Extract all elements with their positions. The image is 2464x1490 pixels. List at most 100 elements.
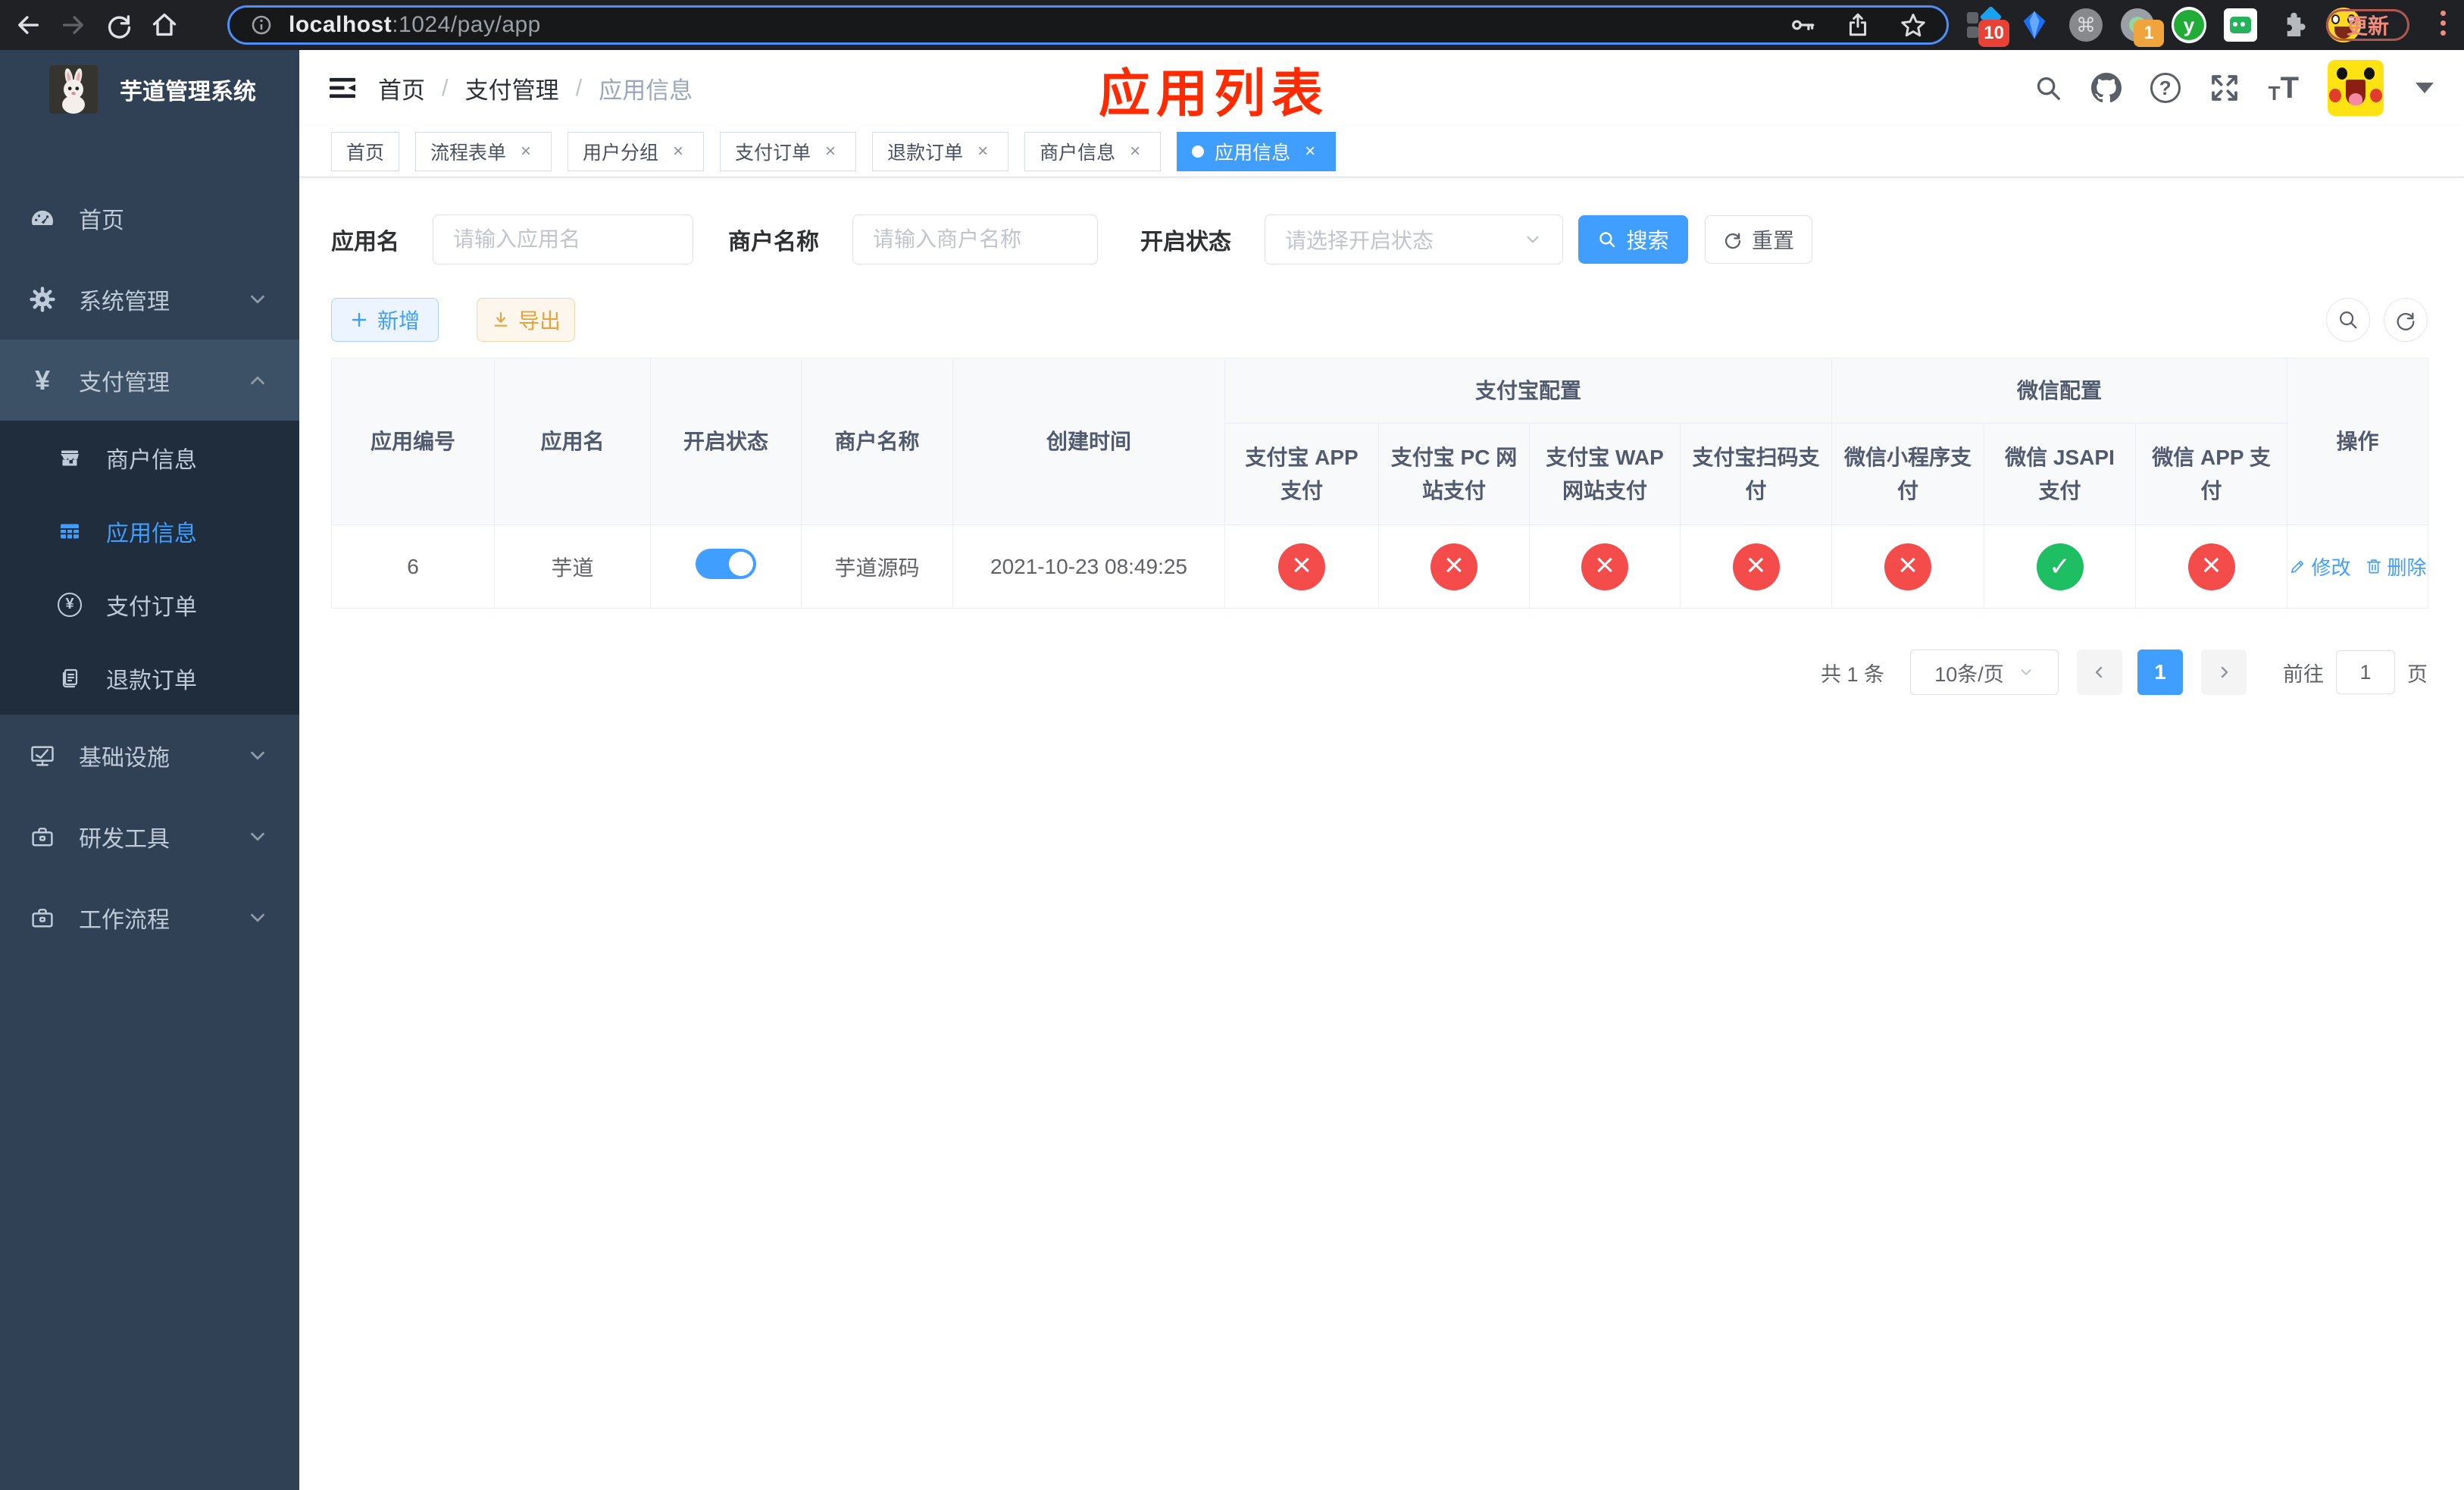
address-bar[interactable]: localhost:1024/pay/app <box>227 5 1949 45</box>
font-size-icon[interactable]: TT <box>2269 71 2299 105</box>
alipay-wap-status-icon <box>1581 543 1628 590</box>
app-name-label: 应用名 <box>331 230 399 255</box>
sidebar-item-home[interactable]: 首页 <box>0 177 299 258</box>
breadcrumb: 首页 / 支付管理 / 应用信息 <box>378 50 693 126</box>
edit-link[interactable]: 修改 <box>2289 552 2351 581</box>
extension-workspace-icon[interactable]: 10 <box>1965 5 2009 47</box>
share-icon[interactable] <box>1845 12 1871 38</box>
yen-circle-icon: ¥ <box>58 592 82 617</box>
sidebar-item-devtools[interactable]: 研发工具 <box>0 796 299 877</box>
site-info-icon[interactable] <box>249 13 274 37</box>
sidebar-item-workflow[interactable]: 工作流程 <box>0 877 299 958</box>
browser-menu-icon[interactable] <box>2441 11 2446 36</box>
tab-label: 首页 <box>346 142 385 164</box>
tab-user-group[interactable]: 用户分组 <box>568 131 705 171</box>
sidebar-item-system[interactable]: 系统管理 <box>0 258 299 340</box>
monitor-icon <box>29 742 56 769</box>
status-select[interactable]: 请选择开启状态 <box>1265 214 1563 265</box>
sidebar-item-infra[interactable]: 基础设施 <box>0 715 299 796</box>
top-navbar: 首页 / 支付管理 / 应用信息 应用列表 ? T T <box>299 50 2464 126</box>
table-row: 6 芋道 芋道源码 2021-10-23 08:49:25 修改 <box>331 524 2429 609</box>
merchant-name-input[interactable] <box>852 214 1098 265</box>
reset-button-label: 重置 <box>1751 229 1794 252</box>
sidebar-logo-row: 芋道管理系统 <box>0 50 299 129</box>
col-header-name: 应用名 <box>494 358 651 525</box>
sidebar-item-merchant[interactable]: 商户信息 <box>0 421 299 494</box>
toggle-search-button[interactable] <box>2326 298 2370 342</box>
tab-label: 商户信息 <box>1040 142 1116 164</box>
browser-reload-button[interactable] <box>102 8 136 42</box>
sidebar-item-label: 研发工具 <box>79 826 170 852</box>
dashboard-icon <box>29 205 56 232</box>
github-icon[interactable] <box>2090 73 2122 103</box>
delete-link[interactable]: 删除 <box>2365 552 2427 581</box>
document-icon <box>58 666 82 690</box>
close-icon[interactable] <box>820 141 841 162</box>
avatar-caret-icon[interactable] <box>2416 83 2434 93</box>
sidebar-item-refund[interactable]: 退款订单 <box>0 641 299 715</box>
tab-refund-order[interactable]: 退款订单 <box>872 131 1009 171</box>
user-avatar[interactable] <box>2328 60 2384 116</box>
sidebar-item-app[interactable]: 应用信息 <box>0 494 299 568</box>
breadcrumb-pay[interactable]: 支付管理 <box>465 71 559 105</box>
extension-command-icon[interactable]: ⌘ <box>2068 8 2103 42</box>
tab-pay-order[interactable]: 支付订单 <box>720 131 857 171</box>
merchant-name-label: 商户名称 <box>728 230 819 255</box>
add-button[interactable]: 新增 <box>331 298 439 342</box>
export-button[interactable]: 导出 <box>477 298 576 342</box>
app-name-input[interactable] <box>433 214 693 265</box>
active-tab-dot <box>1192 145 1205 158</box>
cell-created: 2021-10-23 08:49:25 <box>952 524 1225 609</box>
tab-home[interactable]: 首页 <box>331 131 400 171</box>
refresh-table-button[interactable] <box>2384 298 2428 342</box>
extension-recorder-icon[interactable]: 1 <box>2120 8 2164 47</box>
close-icon[interactable] <box>515 141 536 162</box>
browser-update-button[interactable]: 更新 <box>2325 9 2409 41</box>
col-header-alipay-wap: 支付宝 WAP 网站支付 <box>1529 423 1681 525</box>
breadcrumb-home[interactable]: 首页 <box>378 71 425 105</box>
browser-forward-button[interactable] <box>56 8 91 42</box>
chevron-down-icon <box>1523 230 1543 249</box>
goto-page-input[interactable] <box>2336 650 2395 694</box>
sidebar-collapse-icon[interactable] <box>327 72 358 104</box>
briefcase-icon <box>29 904 56 931</box>
tab-app-info[interactable]: 应用信息 <box>1177 131 1337 171</box>
close-icon[interactable] <box>1124 141 1146 162</box>
extension-y-icon[interactable]: y <box>2172 7 2206 43</box>
search-icon[interactable] <box>2034 74 2062 102</box>
extension-chat-icon[interactable] <box>2223 8 2258 42</box>
tab-merchant-info[interactable]: 商户信息 <box>1024 131 1162 171</box>
fullscreen-icon[interactable] <box>2209 73 2240 103</box>
search-button[interactable]: 搜索 <box>1578 215 1688 264</box>
pagination: 共 1 条 10条/页 1 前往 页 <box>299 650 2428 695</box>
sidebar-item-pay[interactable]: ¥ 支付管理 <box>0 340 299 421</box>
status-toggle[interactable] <box>696 549 756 579</box>
reset-button[interactable]: 重置 <box>1705 215 1812 264</box>
close-icon[interactable] <box>972 141 993 162</box>
next-page-button[interactable] <box>2201 650 2247 695</box>
wechat-mini-status-icon <box>1884 543 1932 590</box>
page-size-select[interactable]: 10条/页 <box>1910 650 2059 695</box>
extensions-puzzle-icon[interactable] <box>2275 8 2309 42</box>
grid-table-icon <box>58 519 82 543</box>
col-header-wechat-mini: 微信小程序支付 <box>1831 423 1985 525</box>
password-key-icon[interactable] <box>1790 12 1816 38</box>
browser-back-button[interactable] <box>11 8 45 42</box>
tab-process-form[interactable]: 流程表单 <box>415 131 552 171</box>
prev-page-button[interactable] <box>2077 650 2122 695</box>
close-icon[interactable] <box>1299 141 1321 162</box>
navbar-actions: ? TT <box>2034 50 2434 126</box>
col-header-alipay-app: 支付宝 APP 支付 <box>1224 423 1379 525</box>
sidebar-item-order[interactable]: ¥ 支付订单 <box>0 568 299 641</box>
edit-link-label: 修改 <box>2311 556 2351 579</box>
help-icon[interactable]: ? <box>2150 73 2181 103</box>
sidebar-item-label: 首页 <box>79 208 124 233</box>
extension-kite-icon[interactable] <box>2017 8 2052 42</box>
search-button-label: 搜索 <box>1626 229 1669 252</box>
page-size-value: 10条/页 <box>1934 662 2004 686</box>
page-number-button[interactable]: 1 <box>2137 650 2183 695</box>
pagination-total: 共 1 条 <box>1820 662 1884 686</box>
browser-home-button[interactable] <box>147 8 182 42</box>
close-icon[interactable] <box>668 141 689 162</box>
bookmark-star-icon[interactable] <box>1900 11 1927 39</box>
